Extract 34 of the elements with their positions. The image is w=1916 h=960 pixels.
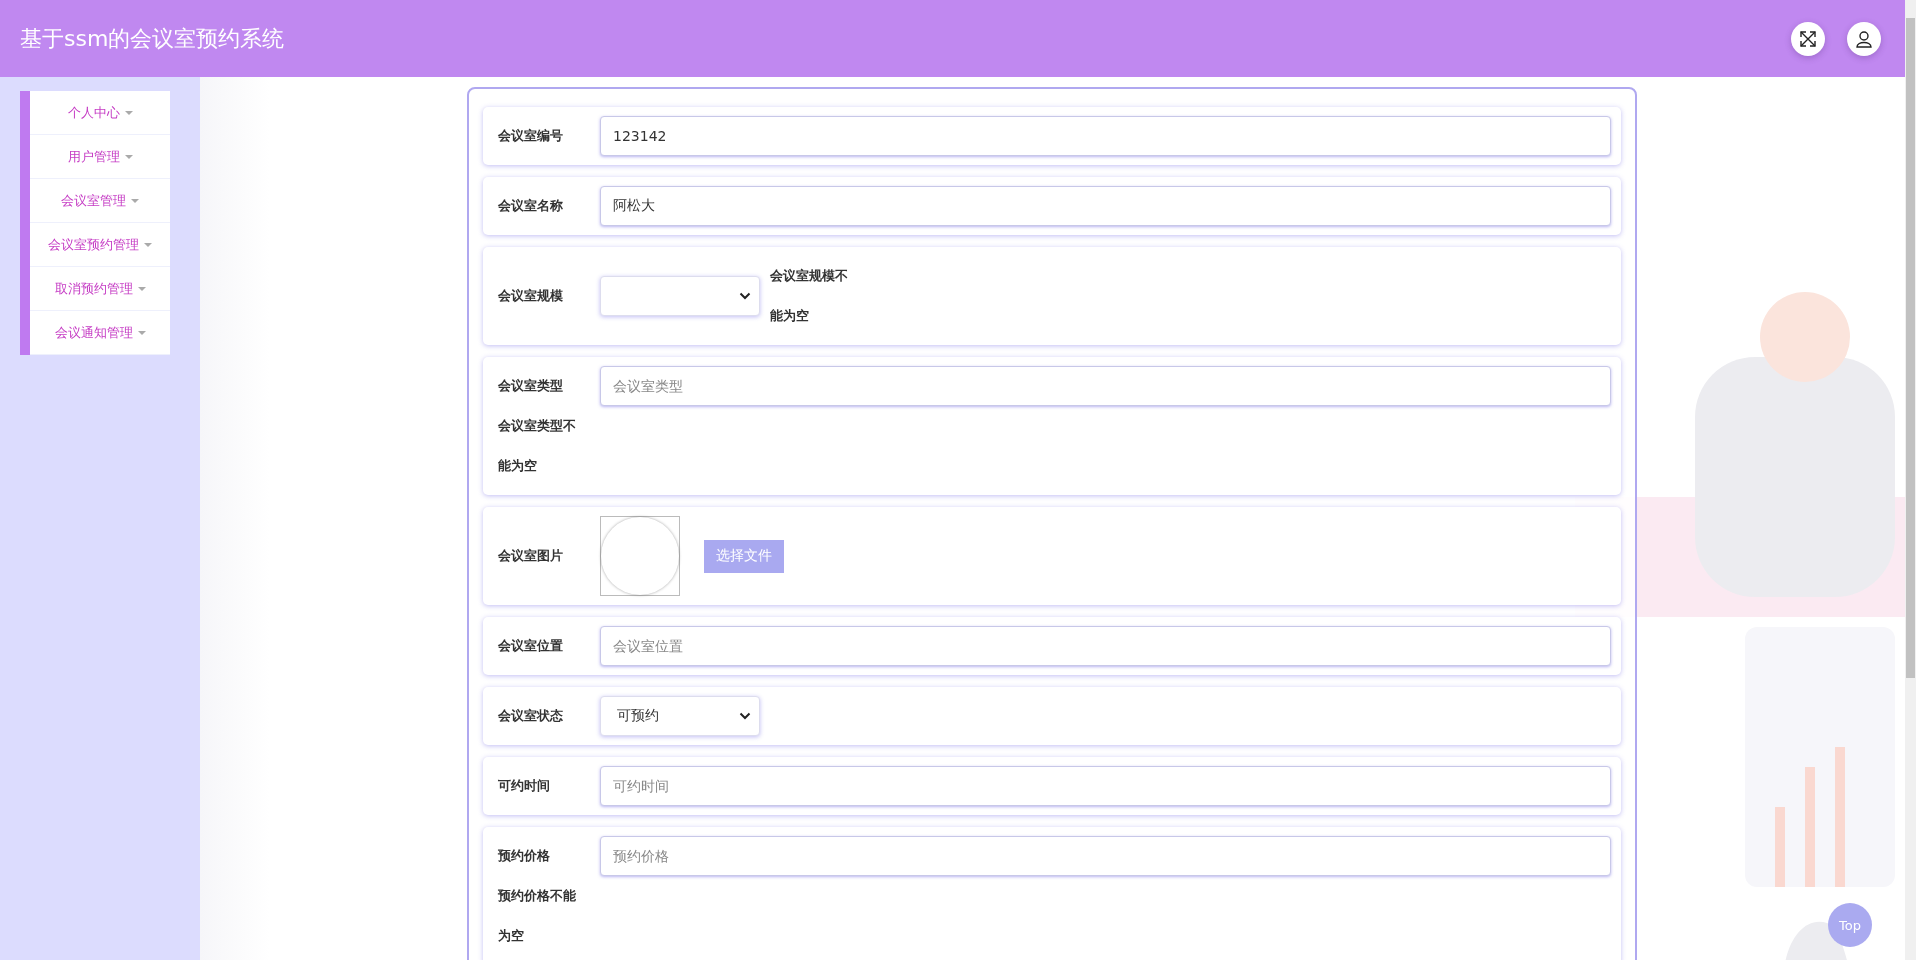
caret-icon xyxy=(144,242,152,247)
user-icon xyxy=(1855,29,1873,48)
text-field[interactable]: 可约时间 xyxy=(600,766,1611,806)
caret-icon xyxy=(137,330,146,335)
caret-icon xyxy=(131,198,139,203)
field-label: 会议室名称 xyxy=(498,197,564,215)
text-field[interactable]: 阿松大 xyxy=(600,186,1611,226)
caret-icon xyxy=(124,110,133,115)
chevron-down-icon xyxy=(739,712,751,720)
field-label: 会议室位置 xyxy=(498,637,564,655)
caret-icon xyxy=(124,154,133,159)
user-button[interactable] xyxy=(1847,21,1881,56)
field-label: 会议室规模 xyxy=(498,287,564,305)
select-field[interactable] xyxy=(600,276,760,316)
fullscreen-button[interactable] xyxy=(1791,21,1825,56)
caret-icon xyxy=(137,286,146,291)
text-field[interactable]: 会议室类型 xyxy=(600,366,1611,406)
error-message: 预约价格不能为空 xyxy=(498,887,577,945)
app-title: 基于ssm的会议室预约系统 xyxy=(20,24,285,53)
field-label: 会议室图片 xyxy=(498,547,564,565)
text-field[interactable]: 预约价格 xyxy=(600,836,1611,876)
select-field[interactable]: 可预约 xyxy=(600,696,760,736)
expand-icon xyxy=(1799,29,1817,48)
scrollbar[interactable] xyxy=(1905,0,1916,960)
field-label: 预约价格 xyxy=(498,847,551,865)
text-field[interactable]: 123142 xyxy=(600,116,1611,156)
field-label: 会议室类型 xyxy=(498,377,564,395)
field-label: 会议室状态 xyxy=(498,707,564,725)
field-label: 会议室编号 xyxy=(498,127,564,145)
error-message: 会议室类型不能为空 xyxy=(498,417,577,475)
error-message: 会议室规模不能为空 xyxy=(770,267,849,325)
chevron-down-icon xyxy=(739,292,751,300)
text-field[interactable]: 会议室位置 xyxy=(600,626,1611,666)
field-label: 可约时间 xyxy=(498,777,551,795)
